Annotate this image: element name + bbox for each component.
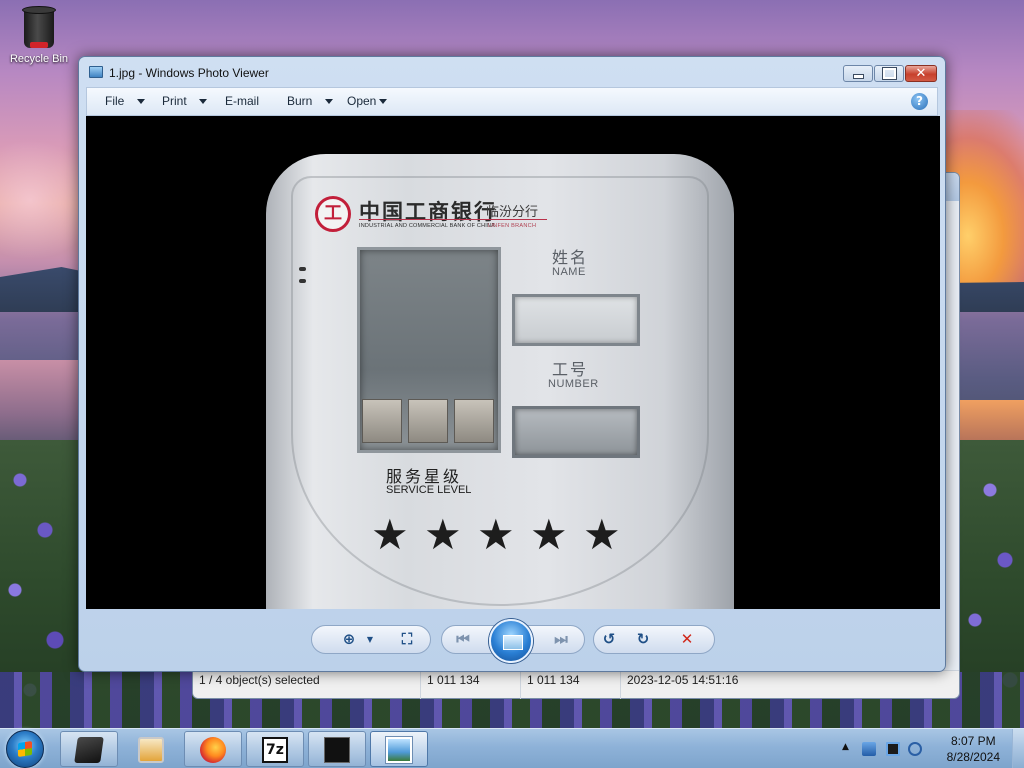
status-selection: 1 / 4 object(s) selected <box>193 671 421 699</box>
photo-number-label-cn: 工号 <box>552 360 589 379</box>
action-center-icon[interactable] <box>862 742 876 756</box>
menu-open[interactable]: Open <box>329 87 389 116</box>
previous-icon: ⏮ <box>456 630 470 648</box>
photo-branch-cn: 临汾分行 <box>486 205 539 220</box>
menu-print[interactable]: Print <box>144 87 207 116</box>
photo-badge-slot <box>299 267 306 271</box>
chevron-down-icon: ▼ <box>366 634 374 644</box>
firefox-icon <box>200 737 226 763</box>
photo-bank-divider <box>359 219 547 220</box>
next-icon: ⏭ <box>554 630 568 648</box>
taskbar-firefox-button[interactable] <box>184 731 242 767</box>
desktop-icon-label: Recycle Bin <box>9 53 69 65</box>
photo-number-label-en: NUMBER <box>548 378 599 390</box>
menu-open-label: Open <box>347 94 377 108</box>
chevron-down-icon <box>199 99 207 104</box>
system-tray: ▲ 8:07 PM 8/28/2024 <box>834 729 1024 768</box>
window-title: 1.jpg - Windows Photo Viewer <box>109 66 269 80</box>
photo-bank-name-cn: 中国工商银行 <box>359 200 497 224</box>
show-desktop-button[interactable] <box>1012 729 1024 768</box>
zoom-dropdown[interactable]: ▼ <box>360 630 380 648</box>
clock-date: 8/28/2024 <box>946 750 1000 764</box>
command-bar: File Print E-mail Burn Open ? <box>86 87 938 116</box>
viewer-controls: ⊕ ▼ ⛶ ⏮ ⏭ ↺ ↻ ✕ <box>311 619 715 663</box>
photo-bank-name-en: INDUSTRIAL AND COMMERCIAL BANK OF CHINA <box>359 223 496 229</box>
volume-icon[interactable] <box>908 742 922 756</box>
photo-number-plate <box>512 406 640 458</box>
taskbar-clock[interactable]: 8:07 PM 8/28/2024 <box>947 733 1000 765</box>
rotate-counterclockwise-button[interactable]: ↺ <box>599 630 619 648</box>
close-button[interactable]: ✕ <box>905 65 937 82</box>
star-icon: ★ <box>583 510 621 559</box>
minimize-button[interactable] <box>843 65 873 82</box>
taskbar: 7z ▲ 8:07 PM 8/28/2024 <box>0 728 1024 768</box>
7zip-icon: 7z <box>262 737 288 763</box>
photo-name-plate <box>512 294 640 346</box>
app-icon <box>74 737 104 763</box>
window-titlebar[interactable]: 1.jpg - Windows Photo Viewer ✕ <box>79 57 945 87</box>
menu-email[interactable]: E-mail <box>207 87 269 116</box>
rotate-clockwise-button[interactable]: ↻ <box>633 630 653 648</box>
rotate-clockwise-icon: ↻ <box>636 630 650 648</box>
photo-slot-clip <box>362 399 402 443</box>
status-size-b: 1 011 134 <box>521 671 621 699</box>
menu-file-label: File <box>105 94 125 108</box>
photo-display[interactable]: 工 中国工商银行 临汾分行 INDUSTRIAL AND COMMERCIAL … <box>86 116 940 609</box>
star-icon: ★ <box>424 510 462 559</box>
star-icon: ★ <box>371 510 409 559</box>
slideshow-button[interactable] <box>489 619 533 663</box>
rotate-counterclockwise-icon: ↺ <box>602 630 616 648</box>
photo-name-label-en: NAME <box>552 266 586 278</box>
star-icon: ★ <box>477 510 515 559</box>
status-size-a: 1 011 134 <box>421 671 521 699</box>
recycle-bin-icon <box>21 4 57 50</box>
media-player-icon <box>138 737 164 763</box>
zoom-button[interactable]: ⊕ <box>339 630 359 648</box>
photo-slot-clip <box>454 399 494 443</box>
zoom-icon: ⊕ <box>342 630 356 648</box>
taskbar-app-button[interactable] <box>60 731 118 767</box>
taskbar-terminal-button[interactable] <box>308 731 366 767</box>
menu-email-label: E-mail <box>225 94 260 108</box>
status-date: 2023-12-05 14:51:16 <box>627 673 739 687</box>
maximize-button[interactable] <box>874 65 904 82</box>
menu-burn-label: Burn <box>287 94 313 108</box>
photo-viewer-app-icon <box>89 66 103 78</box>
photo-viewer-icon <box>385 736 413 764</box>
wallpaper-lake-right <box>954 400 1024 440</box>
taskbar-7zip-button[interactable]: 7z <box>246 731 304 767</box>
caption-buttons: ✕ <box>843 65 937 82</box>
desktop-icon-recycle-bin[interactable]: Recycle Bin <box>6 4 72 65</box>
help-icon[interactable]: ? <box>911 93 928 110</box>
menu-burn[interactable]: Burn <box>269 87 333 116</box>
chevron-down-icon <box>379 99 387 104</box>
terminal-icon <box>324 737 350 763</box>
delete-button[interactable]: ✕ <box>677 630 697 648</box>
show-hidden-icons-icon[interactable]: ▲ <box>842 742 856 756</box>
photo-viewer-window[interactable]: 1.jpg - Windows Photo Viewer ✕ File Prin… <box>78 56 946 672</box>
status-bar: 1 / 4 object(s) selected 1 011 134 1 011… <box>193 670 959 699</box>
photo-slot-clip <box>408 399 448 443</box>
star-icon: ★ <box>530 510 568 559</box>
photo-badge-slot <box>299 279 306 283</box>
actual-size-icon: ⛶ <box>401 630 413 648</box>
delete-icon: ✕ <box>680 630 694 648</box>
menu-file[interactable]: File <box>87 87 145 116</box>
previous-button[interactable]: ⏮ <box>453 630 473 648</box>
network-icon[interactable] <box>886 742 900 756</box>
start-button[interactable] <box>6 730 44 768</box>
taskbar-media-player-button[interactable] <box>122 731 180 767</box>
next-button[interactable]: ⏭ <box>551 630 571 648</box>
wallpaper-lake <box>0 360 80 450</box>
menu-print-label: Print <box>162 94 187 108</box>
actual-size-button[interactable]: ⛶ <box>397 630 417 648</box>
photo-branch-en: LINFEN BRANCH <box>488 223 537 229</box>
bank-logo-icon: 工 <box>315 196 351 232</box>
photo-name-label-cn: 姓名 <box>552 248 589 267</box>
close-icon: ✕ <box>915 65 927 81</box>
taskbar-photo-viewer-button[interactable] <box>370 731 428 767</box>
clock-time: 8:07 PM <box>950 734 996 748</box>
photo-service-level-en: SERVICE LEVEL <box>386 484 472 496</box>
